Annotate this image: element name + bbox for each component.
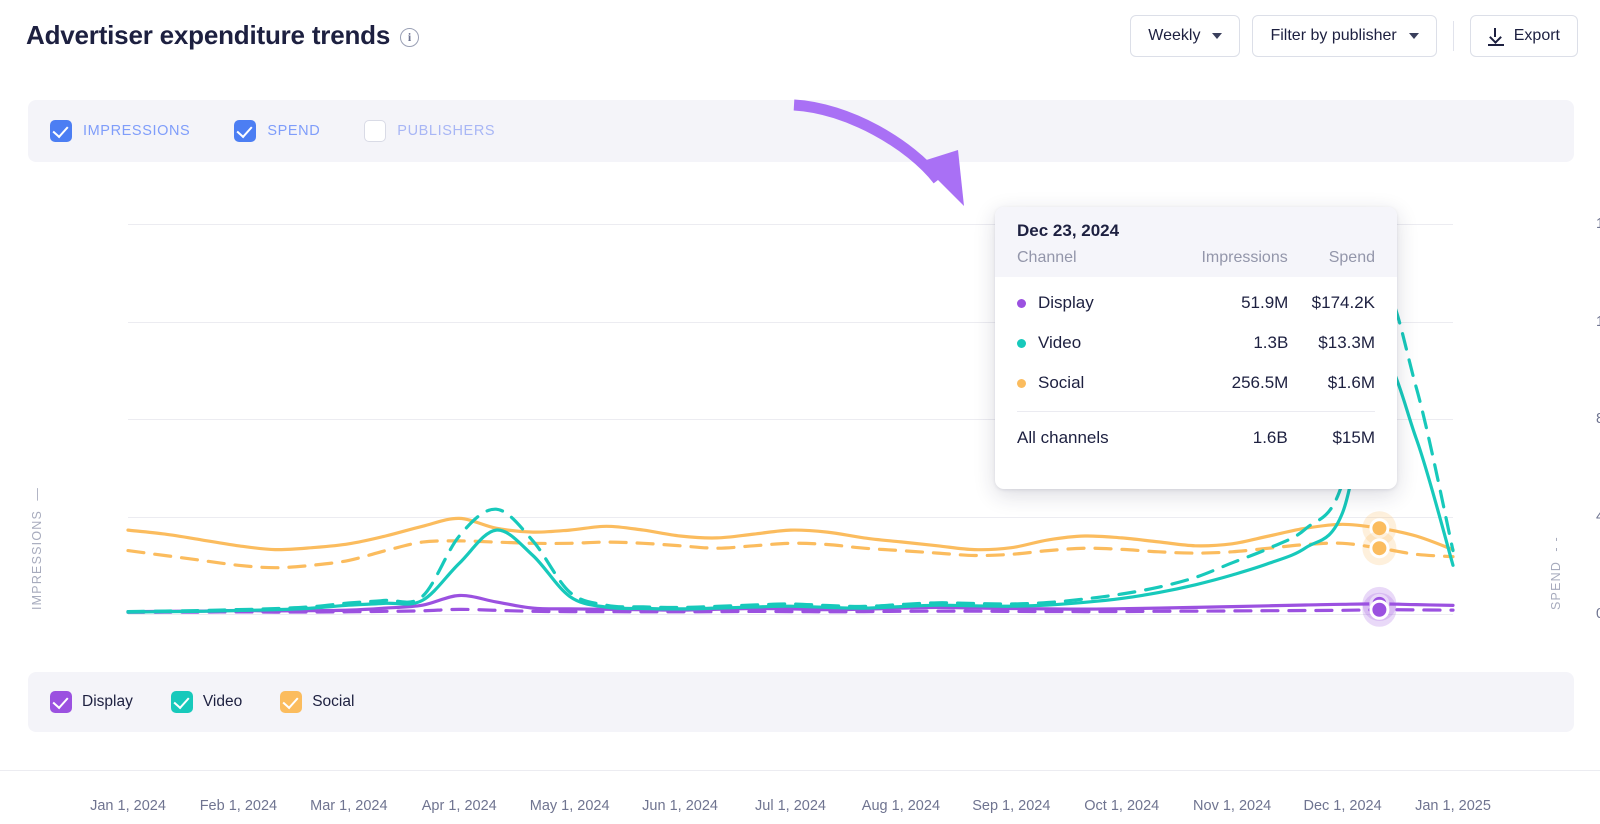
metric-label-spend: SPEND: [267, 123, 321, 139]
tooltip-total-impressions: 1.6B: [1252, 428, 1288, 447]
tooltip-spend-value: $1.6M: [1327, 373, 1375, 392]
column-header-impressions: Impressions: [1201, 249, 1288, 266]
page-title-group: Advertiser expenditure trends i: [26, 20, 420, 51]
export-button[interactable]: Export: [1469, 15, 1578, 57]
bottom-divider: [0, 770, 1600, 771]
metric-toggle-panel: IMPRESSIONS SPEND PUBLISHERS: [28, 100, 1574, 162]
granularity-label: Weekly: [1148, 27, 1201, 44]
tooltip-row-display: Display 51.9M $174.2K: [1017, 283, 1375, 323]
x-axis-tick: Aug 1, 2024: [861, 798, 941, 814]
granularity-dropdown[interactable]: Weekly: [1130, 15, 1241, 57]
y-axis-tick-right: 16M: [1596, 216, 1600, 232]
page-title: Advertiser expenditure trends: [26, 20, 391, 50]
chart-tooltip: Dec 23, 2024 Channel Impressions Spend D…: [995, 207, 1397, 489]
highlight-point-social-spend[interactable]: [1369, 538, 1390, 559]
x-axis-tick: Mar 1, 2024: [310, 798, 388, 814]
series-dot-video: [1017, 338, 1026, 348]
tooltip-impressions-value: 1.3B: [1253, 333, 1289, 352]
tooltip-impressions-value: 256.5M: [1231, 373, 1289, 392]
chevron-down-icon: [1212, 33, 1223, 39]
tooltip-channel-name: Display: [1038, 293, 1094, 312]
tooltip-total-spend: $15M: [1332, 428, 1375, 447]
x-axis-tick: Jan 1, 2024: [90, 798, 166, 814]
export-label: Export: [1513, 27, 1560, 44]
tooltip-channel-name: Social: [1038, 373, 1085, 392]
y-axis-title-spend: SPEND - -: [1549, 536, 1563, 610]
tooltip-row-social: Social 256.5M $1.6M: [1017, 363, 1375, 403]
checkbox-impressions[interactable]: [50, 120, 72, 142]
gridline: [128, 614, 1453, 615]
x-axis-tick: Apr 1, 2024: [421, 798, 497, 814]
checkbox-video[interactable]: [170, 691, 193, 713]
x-axis-tick: Jul 1, 2024: [755, 798, 826, 814]
legend-label-social: Social: [312, 693, 355, 710]
y-axis-tick-right: 12M: [1596, 314, 1600, 330]
metric-toggle-publishers[interactable]: PUBLISHERS: [364, 120, 495, 142]
checkbox-social[interactable]: [280, 691, 303, 713]
checkbox-spend[interactable]: [234, 120, 257, 142]
x-axis-tick: Jan 1, 2025: [1415, 798, 1491, 814]
x-axis-tick: Feb 1, 2024: [199, 798, 278, 814]
legend-item-social[interactable]: Social: [280, 691, 354, 713]
tooltip-header: Dec 23, 2024 Channel Impressions Spend: [995, 207, 1397, 277]
tooltip-date: Dec 23, 2024: [1017, 221, 1120, 240]
tooltip-total-row: All channels 1.6B $15M: [995, 412, 1397, 464]
download-icon: [1487, 28, 1504, 46]
column-header-spend: Spend: [1328, 249, 1375, 266]
toolbar-divider: [1452, 21, 1454, 51]
series-line-display-impressions: [126, 593, 1455, 614]
column-header-channel: Channel: [1017, 249, 1077, 266]
x-axis-labels: Jan 1, 2024 Feb 1, 2024 Mar 1, 2024 Apr 1, …: [0, 798, 1600, 824]
chevron-down-icon: [1408, 33, 1419, 39]
info-circle-icon[interactable]: i: [400, 27, 420, 47]
legend-label-video: Video: [202, 693, 243, 710]
metric-label-publishers: PUBLISHERS: [397, 123, 496, 139]
y-axis-tick-right: 8M: [1596, 411, 1600, 427]
series-dot-social: [1017, 378, 1026, 388]
y-axis-tick-right: 0: [1596, 606, 1600, 622]
x-axis-tick: Oct 1, 2024: [1084, 798, 1160, 814]
panel-header: Advertiser expenditure trends i Weekly F…: [0, 0, 1600, 72]
tooltip-spend-value: $13.3M: [1318, 333, 1375, 352]
tooltip-channel-name: Video: [1038, 333, 1082, 352]
tooltip-row-video: Video 1.3B $13.3M: [1017, 323, 1375, 363]
metric-toggle-impressions[interactable]: IMPRESSIONS: [50, 120, 190, 142]
metric-toggle-spend[interactable]: SPEND: [234, 120, 320, 142]
legend-item-display[interactable]: Display: [50, 691, 133, 713]
series-dot-display: [1017, 298, 1026, 308]
publisher-filter-label: Filter by publisher: [1270, 27, 1397, 44]
legend-item-video[interactable]: Video: [170, 691, 243, 713]
x-axis-tick: Nov 1, 2024: [1193, 798, 1272, 814]
highlight-point-display-spend[interactable]: [1369, 599, 1390, 620]
tooltip-rows: Display 51.9M $174.2K Video 1.3B $13.3M …: [995, 277, 1397, 403]
checkbox-publishers[interactable]: [364, 120, 387, 142]
series-legend-panel: Display Video Social: [28, 672, 1574, 732]
tooltip-impressions-value: 51.9M: [1241, 293, 1289, 312]
tooltip-total-label: All channels: [1017, 428, 1109, 447]
publisher-filter-dropdown[interactable]: Filter by publisher: [1252, 15, 1437, 57]
x-axis-tick: Jun 1, 2024: [642, 798, 718, 814]
x-axis-tick: Dec 1, 2024: [1303, 798, 1382, 814]
tooltip-column-headers: Channel Impressions Spend: [1017, 249, 1375, 267]
series-line-social-impressions: [126, 516, 1455, 552]
x-axis-tick: Sep 1, 2024: [972, 798, 1051, 814]
metric-label-impressions: IMPRESSIONS: [83, 123, 191, 139]
x-axis-tick: May 1, 2024: [529, 798, 610, 814]
y-axis-title-impressions: IMPRESSIONS —: [30, 486, 44, 610]
y-axis-tick-right: 4M: [1596, 509, 1600, 525]
header-toolbar: Weekly Filter by publisher Export: [1130, 15, 1578, 57]
checkbox-display[interactable]: [50, 691, 72, 713]
tooltip-spend-value: $174.2K: [1311, 293, 1375, 312]
legend-label-display: Display: [82, 693, 133, 710]
